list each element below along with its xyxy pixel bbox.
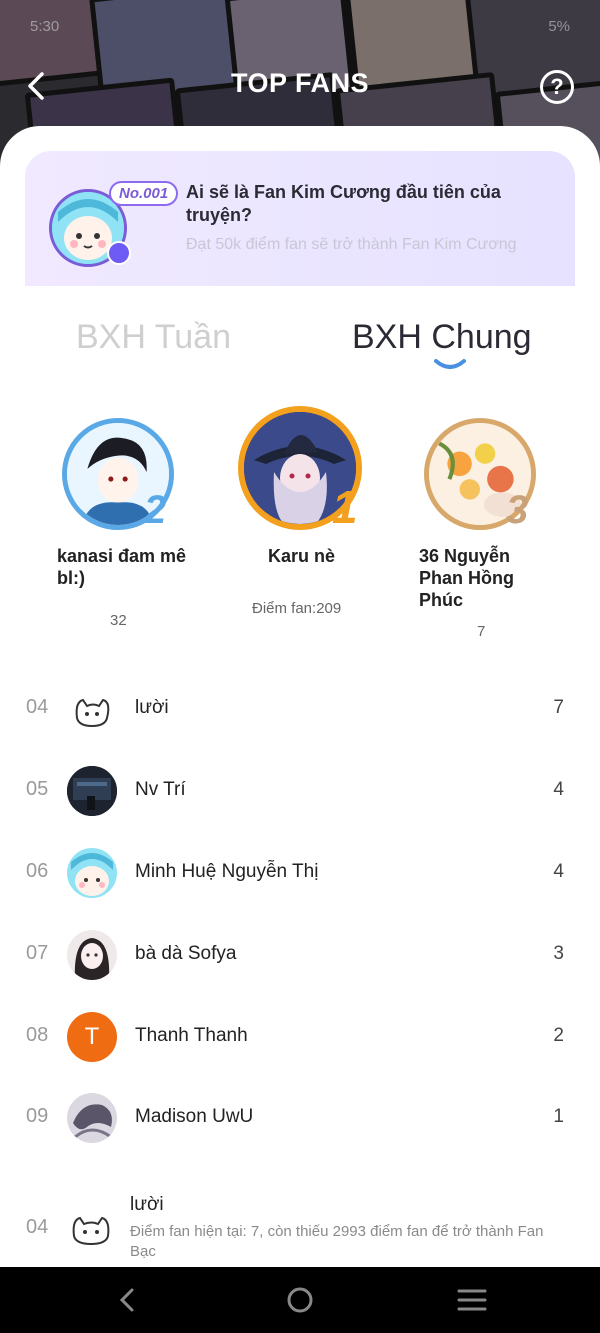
list-name: bà dà Sofya [135, 943, 237, 964]
list-item[interactable]: 08 T Thanh Thanh 2 [0, 1006, 600, 1066]
rank-number: 1 [332, 481, 358, 533]
initial-avatar: T [67, 1012, 117, 1062]
rank-number: 04 [26, 696, 49, 718]
list-score: 4 [553, 779, 564, 800]
tab-weekly[interactable]: BXH Tuần [76, 318, 231, 357]
rank-number: 08 [26, 1024, 49, 1046]
list-score: 1 [553, 1106, 564, 1127]
top-bar: TOP FANS ? [0, 60, 600, 110]
rank-number: 3 [506, 488, 529, 532]
diamond-fan-promo[interactable]: No.001 Ai sẽ là Fan Kim Cương đầu tiên c… [25, 151, 575, 286]
tab-overall[interactable]: BXH Chung [352, 318, 532, 357]
list-name: Thanh Thanh [135, 1025, 248, 1046]
podium-avatar-first: 1 [238, 406, 368, 536]
my-name: lười [130, 1194, 164, 1215]
no001-badge: No.001 [109, 181, 179, 206]
sketch-avatar-icon [67, 1093, 117, 1143]
rank-number: 06 [26, 860, 49, 882]
city-avatar-icon [67, 766, 117, 816]
podium-name: kanasi đam mê bl:) [57, 546, 187, 588]
list-item[interactable]: 09 Madison UwU 1 [0, 1087, 600, 1147]
list-name: Nv Trí [135, 779, 186, 800]
rank-number: 2 [144, 488, 167, 532]
promo-headline: Ai sẽ là Fan Kim Cương đầu tiên của truy… [186, 182, 501, 225]
podium-score: Điểm fan:209 [252, 600, 342, 617]
page-title: TOP FANS [230, 68, 370, 98]
podium-avatar-second: 2 [62, 418, 182, 538]
rank-number: 09 [26, 1105, 49, 1127]
system-nav-bar [0, 1267, 600, 1333]
nav-home-icon[interactable] [280, 1285, 320, 1315]
list-item[interactable]: 04 lười 7 [0, 678, 600, 738]
rank-number: 05 [26, 778, 49, 800]
status-time: 5:30 [30, 18, 60, 35]
podium-avatar-third: 3 [424, 418, 544, 538]
cat-avatar-icon [72, 1216, 110, 1246]
tab-active-indicator [434, 359, 466, 369]
status-battery: 5% [548, 18, 570, 35]
diamond-icon [107, 241, 131, 265]
podium-score: 32 [110, 612, 127, 629]
rank-number: 07 [26, 942, 49, 964]
list-item[interactable]: 07 bà dà Sofya 3 [0, 924, 600, 984]
podium-name: 36 Nguyễn Phan Hồng Phúc [419, 546, 514, 610]
mascot-avatar-icon [67, 848, 117, 898]
list-score: 2 [553, 1025, 564, 1046]
my-rank-row[interactable]: 04 lười Điểm fan hiện tại: 7, còn thiếu … [0, 1188, 600, 1266]
my-progress-info: Điểm fan hiện tại: 7, còn thiếu 2993 điể… [130, 1223, 544, 1260]
list-item[interactable]: 06 Minh Huệ Nguyễn Thị 4 [0, 842, 600, 902]
list-score: 7 [553, 697, 564, 718]
list-name: Madison UwU [135, 1106, 254, 1127]
promo-subline: Đạt 50k điểm fan sẽ trở thành Fan Kim Cư… [186, 236, 517, 253]
list-score: 4 [553, 861, 564, 882]
list-score: 3 [553, 943, 564, 964]
list-name: Minh Huệ Nguyễn Thị [135, 861, 319, 882]
list-item[interactable]: 05 Nv Trí 4 [0, 760, 600, 820]
status-bar: 5:30 5% [0, 10, 600, 40]
nav-back-icon[interactable] [108, 1285, 148, 1315]
help-icon[interactable]: ? [540, 70, 574, 104]
cat-avatar-icon [67, 684, 117, 734]
girl-avatar-icon [67, 930, 117, 980]
rank-number: 04 [26, 1216, 49, 1238]
podium-score: 7 [477, 623, 486, 640]
podium-name: Karu nè [268, 546, 336, 566]
nav-menu-icon[interactable] [452, 1285, 492, 1315]
list-name: lười [135, 697, 169, 718]
